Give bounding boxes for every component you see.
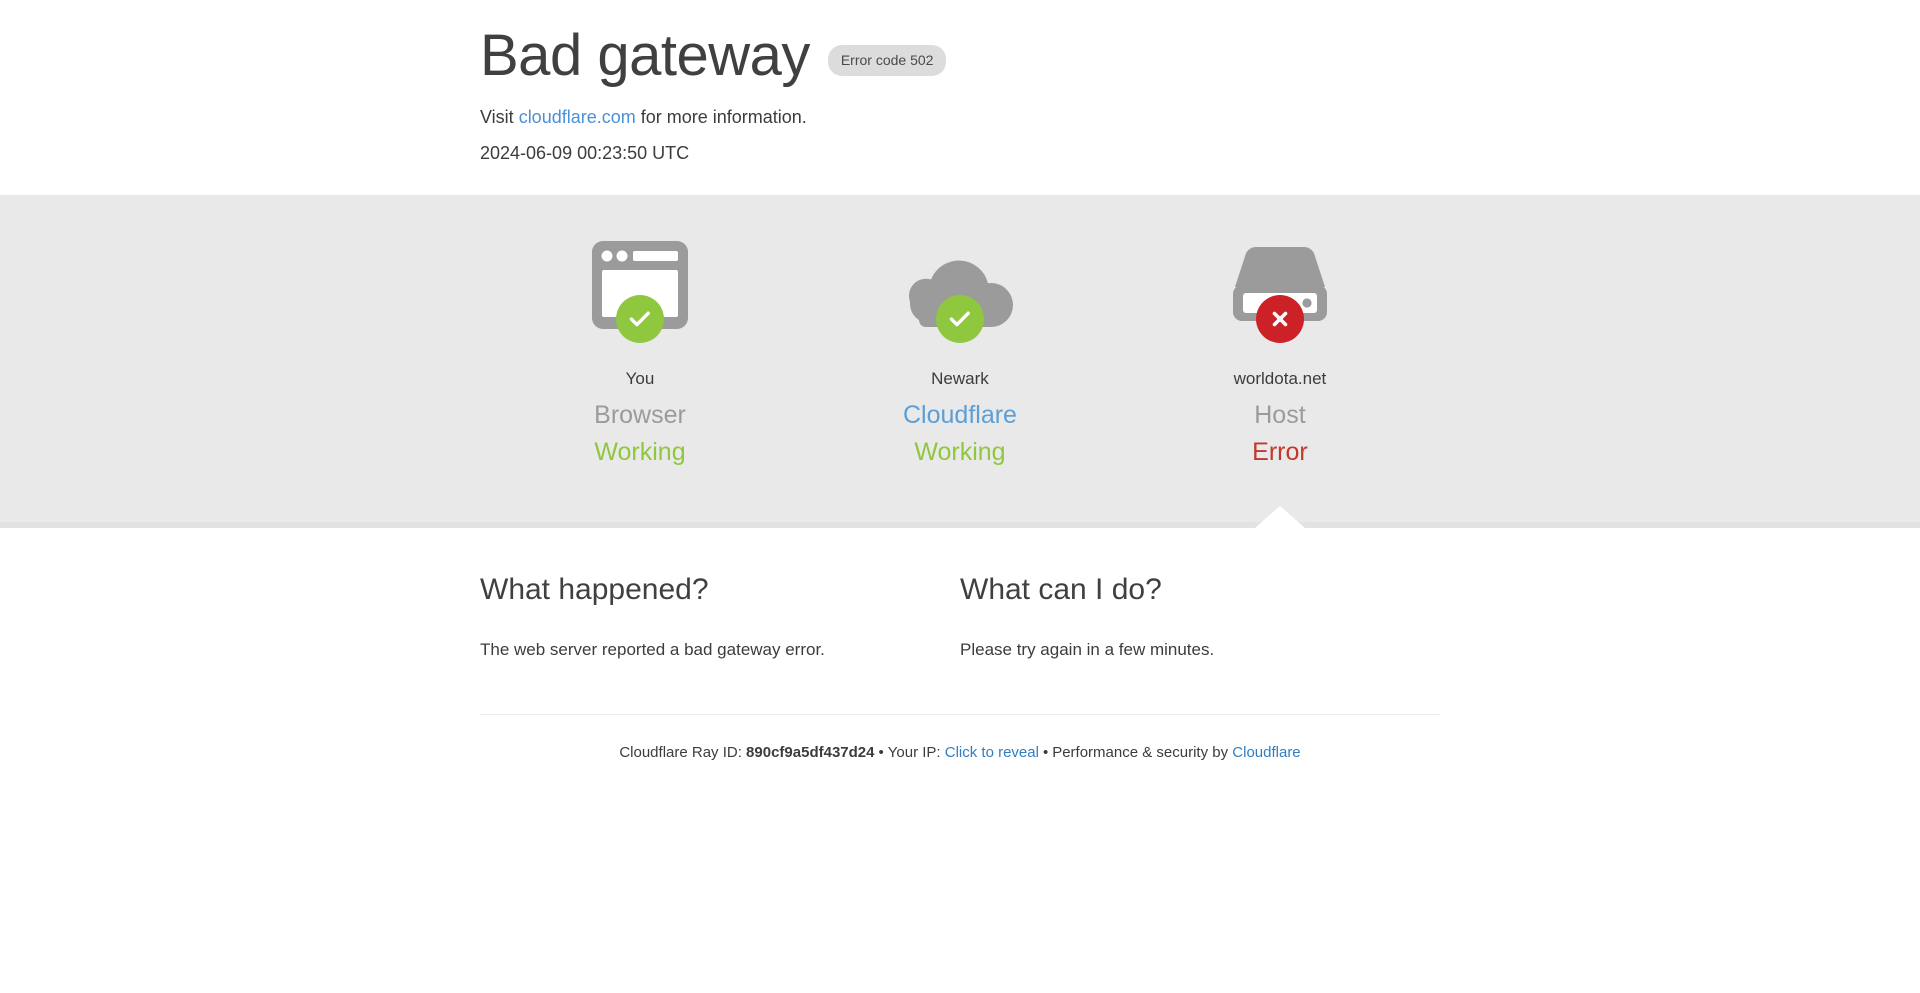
host-state-label: Error <box>1252 437 1308 466</box>
ray-id-label: Cloudflare Ray ID: <box>619 743 747 761</box>
timestamp: 2024-06-09 00:23:50 UTC <box>480 142 690 163</box>
cloudflare-datacenter-name: Newark <box>931 368 989 388</box>
status-column-browser: You Browser Working <box>480 239 800 469</box>
what-happened-column: What happened? The web server reported a… <box>480 570 960 663</box>
cross-badge-host <box>1255 294 1304 343</box>
your-ip-label: Your IP: <box>887 743 945 761</box>
browser-role-label: Browser <box>594 401 686 430</box>
visit-line: Visit cloudflare.com for more informatio… <box>480 104 1440 131</box>
what-can-i-do-heading: What can I do? <box>960 573 1162 607</box>
status-column-cloudflare: Newark Cloudflare Working <box>800 239 1120 469</box>
host-name: worldota.net <box>1233 368 1327 388</box>
server-icon-box <box>1120 239 1440 357</box>
visit-suffix: for more information. <box>635 106 807 127</box>
explain-section: What happened? The web server reported a… <box>480 528 1440 663</box>
cloud-icon-box <box>800 239 1120 357</box>
title-row: Bad gateway Error code 502 <box>480 20 1440 93</box>
host-role-label: Host <box>1254 401 1306 430</box>
browser-icon-box <box>480 239 800 357</box>
page-title: Bad gateway <box>480 23 810 88</box>
what-happened-heading: What happened? <box>480 573 709 607</box>
cloudflare-com-link[interactable]: cloudflare.com <box>519 107 636 127</box>
browser-host-name: You <box>625 368 655 388</box>
cloudflare-state-label: Working <box>914 437 1006 466</box>
cloudflare-role-label: Cloudflare <box>903 401 1017 430</box>
click-to-reveal-link[interactable]: Click to reveal <box>945 744 1039 761</box>
footer-text: Cloudflare Ray ID: 890cf9a5df437d24 • Your… <box>480 715 1440 765</box>
error-page: Bad gateway Error code 502 Visit cloudfl… <box>0 0 1920 764</box>
cloudflare-footer-link[interactable]: Cloudflare <box>1232 744 1300 761</box>
status-band: You Browser Working Newark Cloudflare Wo… <box>0 194 1920 529</box>
check-badge-cloudflare <box>935 294 984 343</box>
what-happened-body: The web server reported a bad gateway er… <box>480 640 825 660</box>
footer: Cloudflare Ray ID: 890cf9a5df437d24 • Your… <box>480 663 1440 765</box>
footer-bullet-1: • <box>878 743 884 761</box>
what-can-i-do-body: Please try again in a few minutes. <box>960 640 1215 660</box>
error-pointer-notch <box>1254 506 1305 529</box>
page-header: Bad gateway Error code 502 Visit cloudfl… <box>0 0 1920 195</box>
check-badge-browser <box>615 294 664 343</box>
performance-label: Performance & security by <box>1052 743 1233 761</box>
visit-prefix: Visit <box>480 106 519 127</box>
error-code-badge: Error code 502 <box>827 44 947 76</box>
what-can-i-do-column: What can I do? Please try again in a few… <box>960 570 1440 663</box>
status-columns: You Browser Working Newark Cloudflare Wo… <box>480 239 1440 469</box>
status-column-host: worldota.net Host Error <box>1120 239 1440 469</box>
browser-state-label: Working <box>594 437 686 466</box>
footer-bullet-2: • <box>1042 743 1049 761</box>
ray-id-value: 890cf9a5df437d24 <box>746 743 875 761</box>
